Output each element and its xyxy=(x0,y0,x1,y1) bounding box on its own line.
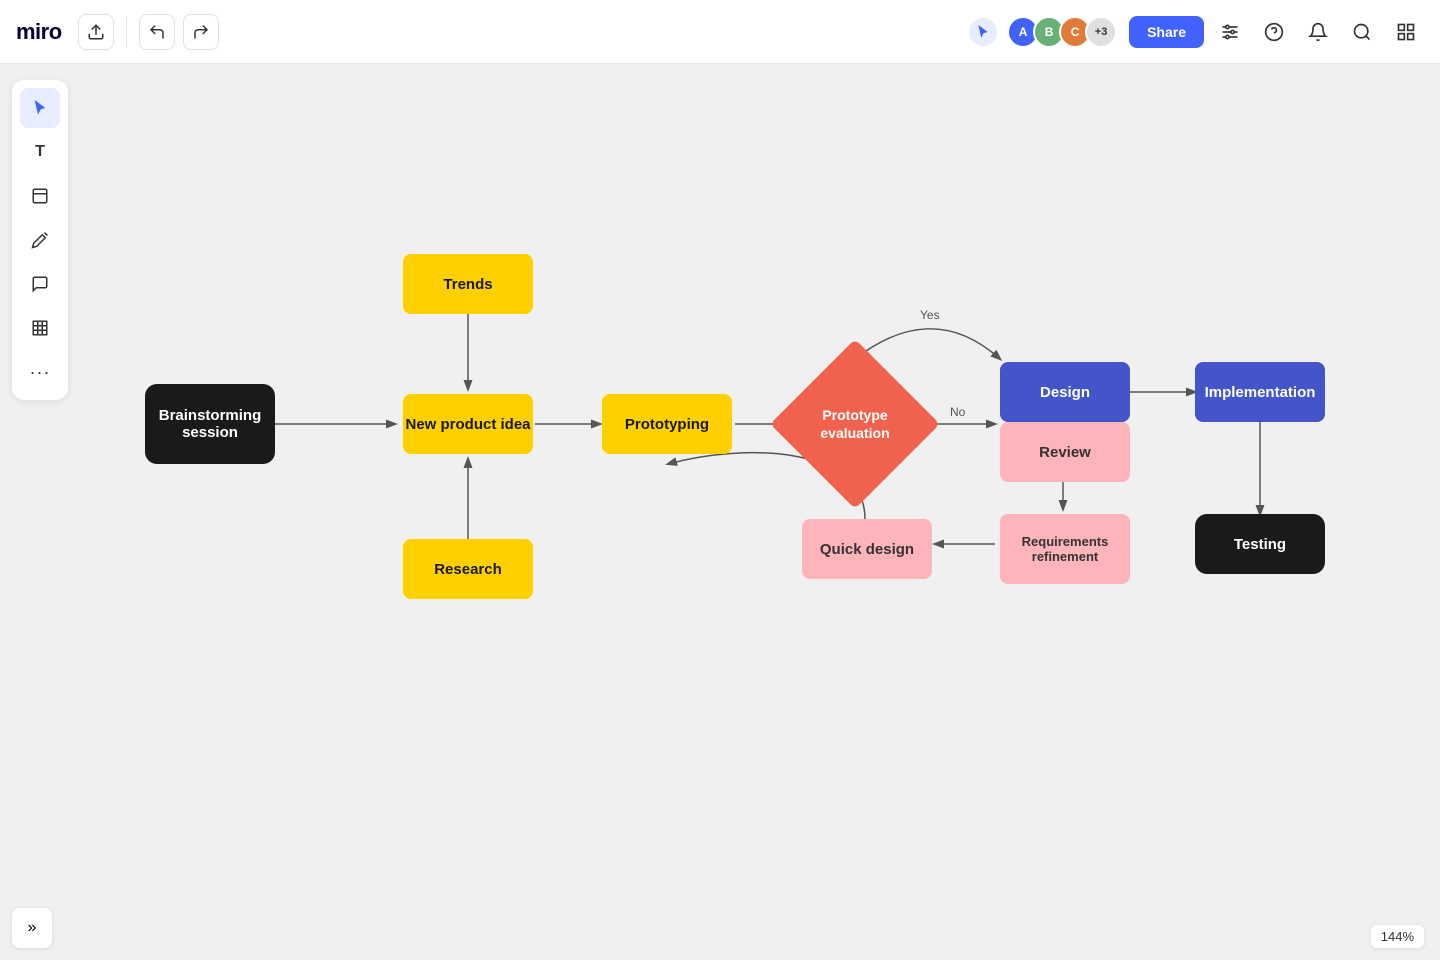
upload-button[interactable] xyxy=(78,14,114,50)
arrows-svg: Yes No xyxy=(80,124,1380,924)
zoom-indicator: 144% xyxy=(1371,925,1424,948)
select-tool[interactable] xyxy=(20,88,60,128)
review-node[interactable]: Review xyxy=(1000,422,1130,482)
text-tool[interactable]: T xyxy=(20,132,60,172)
flowchart: Yes No Brainstorming session Trends N xyxy=(80,124,1380,924)
left-sidebar: T ··· xyxy=(12,80,68,400)
header: miro A B C +3 Share xyxy=(0,0,1440,64)
customize-button[interactable] xyxy=(1212,14,1248,50)
help-button[interactable] xyxy=(1256,14,1292,50)
quick-design-node[interactable]: Quick design xyxy=(802,519,932,579)
frame-tool[interactable] xyxy=(20,308,60,348)
avatar-more[interactable]: +3 xyxy=(1085,16,1117,48)
expand-button[interactable]: » xyxy=(12,908,52,948)
share-button[interactable]: Share xyxy=(1129,16,1204,48)
prototype-evaluation-node[interactable]: Prototype evaluation xyxy=(790,359,920,489)
design-node[interactable]: Design xyxy=(1000,362,1130,422)
avatar-group: A B C +3 xyxy=(1007,16,1117,48)
testing-node[interactable]: Testing xyxy=(1195,514,1325,574)
new-product-idea-node[interactable]: New product idea xyxy=(403,394,533,454)
trends-node[interactable]: Trends xyxy=(403,254,533,314)
brainstorming-node[interactable]: Brainstorming session xyxy=(145,384,275,464)
logo: miro xyxy=(16,19,62,45)
research-node[interactable]: Research xyxy=(403,539,533,599)
header-divider xyxy=(126,17,127,47)
undo-button[interactable] xyxy=(139,14,175,50)
canvas[interactable]: Yes No Brainstorming session Trends N xyxy=(0,64,1440,960)
svg-text:No: No xyxy=(950,405,966,419)
prototyping-node[interactable]: Prototyping xyxy=(602,394,732,454)
redo-button[interactable] xyxy=(183,14,219,50)
panels-button[interactable] xyxy=(1388,14,1424,50)
svg-text:Yes: Yes xyxy=(920,308,940,322)
notifications-button[interactable] xyxy=(1300,14,1336,50)
cursor-avatar xyxy=(967,16,999,48)
search-button[interactable] xyxy=(1344,14,1380,50)
more-tool[interactable]: ··· xyxy=(20,352,60,392)
header-right: A B C +3 Share xyxy=(967,14,1424,50)
comment-tool[interactable] xyxy=(20,264,60,304)
requirements-refinement-node[interactable]: Requirements refinement xyxy=(1000,514,1130,584)
pen-tool[interactable] xyxy=(20,220,60,260)
implementation-node[interactable]: Implementation xyxy=(1195,362,1325,422)
sticky-tool[interactable] xyxy=(20,176,60,216)
